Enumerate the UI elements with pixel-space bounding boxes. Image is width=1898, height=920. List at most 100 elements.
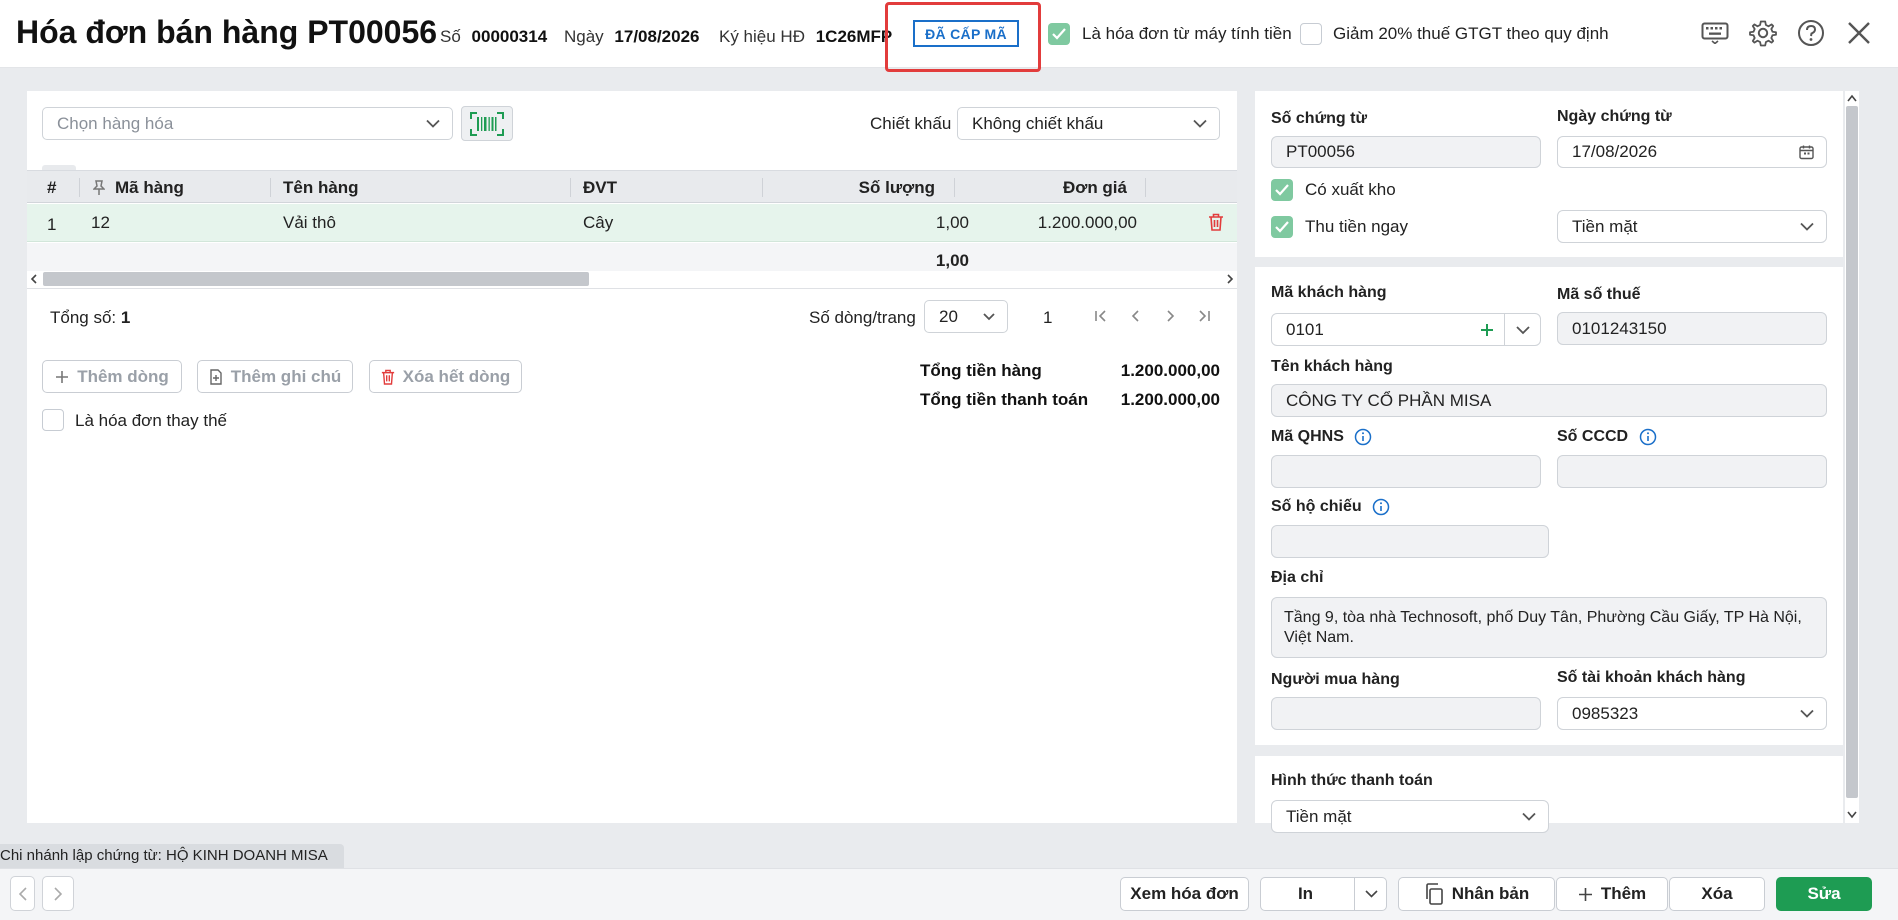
cccd-label: Số CCCD [1557,428,1657,446]
keyboard-icon[interactable] [1698,16,1732,50]
voucher-date-value: 17/08/2026 [1572,142,1658,161]
scrollbar-thumb[interactable] [1846,106,1858,798]
sum-goods-label: Tổng tiền hàng [920,361,1042,380]
edit-button[interactable]: Sửa [1776,877,1872,911]
collection-method-select[interactable]: Tiền mặt [1557,210,1827,243]
info-icon[interactable] [1354,428,1372,446]
product-select[interactable]: Chọn hàng hóa [42,107,453,140]
edit-label: Sửa [1807,884,1841,903]
replacement-invoice-checkbox[interactable] [42,409,64,431]
voucher-date-label: Ngày chứng từ [1557,108,1672,125]
first-page-icon[interactable] [1094,309,1108,323]
col-price-header: Đơn giá [1062,178,1127,197]
vat-reduce-checkbox[interactable] [1300,23,1322,45]
plus-icon[interactable] [1480,323,1494,337]
address-line-2: Việt Nam. [1284,628,1354,646]
delete-all-rows-button[interactable]: Xóa hết dòng [369,360,522,393]
voucher-number-label: Số chứng từ [1271,110,1368,127]
sum-goods-value: 1.200.000,00 [1120,361,1220,380]
scroll-right-icon [1227,274,1234,284]
barcode-icon [470,111,504,136]
row-qty: 1,00 [935,213,969,232]
address-field[interactable]: Tầng 9, tòa nhà Technosoft, phố Duy Tân,… [1271,597,1827,658]
total-count-label: Tổng số: [50,308,117,327]
info-icon[interactable] [1639,428,1657,446]
next-page-icon[interactable] [1163,309,1177,323]
chevron-down-icon [1800,709,1814,718]
chevron-down-icon[interactable] [1516,326,1530,335]
bank-account-label: Số tài khoản khách hàng [1557,669,1746,686]
tax-code-value: 0101243150 [1572,318,1667,338]
product-select-placeholder: Chọn hàng hóa [57,113,174,133]
status-badge: ĐÃ CẤP MÃ [913,20,1019,47]
table-row[interactable]: 1 12 Vải thô Cây 1,00 1.200.000,00 [27,204,1237,242]
prev-record-button[interactable] [10,876,35,911]
address-line-1: Tầng 9, tòa nhà Technosoft, phố Duy Tân,… [1284,608,1802,626]
plus-icon [1578,887,1592,901]
collect-now-checkbox[interactable] [1271,216,1293,238]
prev-page-icon[interactable] [1129,309,1143,323]
barcode-scan-button[interactable] [461,106,513,141]
voucher-date-field[interactable]: 17/08/2026 [1557,136,1827,168]
invoice-number-label: Số [440,27,461,46]
add-row-button[interactable]: Thêm dòng [42,360,182,393]
calendar-icon [1799,145,1814,160]
tax-code-label: Mã số thuế [1557,286,1641,303]
buyer-field[interactable] [1271,697,1541,730]
bank-account-select[interactable]: 0985323 [1557,697,1827,730]
chevron-down-icon[interactable] [1365,890,1378,898]
cccd-field[interactable] [1557,455,1827,488]
info-icon[interactable] [1372,498,1390,516]
next-record-button[interactable] [42,876,74,911]
print-button[interactable]: In [1260,877,1387,911]
pin-icon[interactable] [93,180,105,196]
col-index-header: # [47,178,57,197]
plus-icon [56,370,69,383]
customer-code-field[interactable]: 0101 [1271,313,1541,346]
payment-method-select[interactable]: Tiền mặt [1271,800,1549,833]
gear-icon[interactable] [1746,16,1780,50]
chevron-right-icon [54,886,62,901]
customer-name-field[interactable]: CÔNG TY CỔ PHẦN MISA [1271,384,1827,417]
help-icon[interactable] [1794,16,1828,50]
close-icon[interactable] [1842,16,1876,50]
discount-label: Chiết khấu [870,114,952,133]
check-icon [1275,221,1289,233]
note-add-icon [210,368,222,385]
invoice-symbol-value: 1C26MFP [815,27,893,46]
replacement-invoice-label: Là hóa đơn thay thế [75,411,227,430]
col-unit-header: ĐVT [583,178,617,197]
tax-code-field[interactable]: 0101243150 [1557,312,1827,345]
add-row-label: Thêm dòng [77,366,169,386]
vertical-scrollbar[interactable] [1845,91,1859,823]
voucher-number-field[interactable]: PT00056 [1271,136,1541,168]
discount-select[interactable]: Không chiết khấu [957,107,1220,140]
bank-account-value: 0985323 [1572,703,1639,723]
customer-name-value: CÔNG TY CỔ PHẦN MISA [1286,390,1492,410]
cash-register-label: Là hóa đơn từ máy tính tiền [1082,24,1292,43]
scrollbar-thumb[interactable] [43,272,589,286]
cccd-label-text: Số CCCD [1557,428,1629,446]
address-label: Địa chỉ [1271,569,1324,586]
last-page-icon[interactable] [1197,309,1211,323]
col-divider [954,178,955,197]
export-stock-checkbox[interactable] [1271,179,1293,201]
cash-register-checkbox[interactable] [1048,23,1070,45]
view-invoice-button[interactable]: Xem hóa đơn [1120,877,1249,911]
total-count-value: 1 [120,308,131,327]
vat-reduce-label: Giảm 20% thuế GTGT theo quy định [1333,24,1609,43]
add-label: Thêm [1600,884,1647,903]
trash-icon[interactable] [1208,213,1224,231]
page-size-select[interactable]: 20 [924,300,1008,333]
row-index: 1 [47,215,57,234]
passport-field[interactable] [1271,525,1549,558]
row-price: 1.200.000,00 [1037,213,1137,232]
add-note-button[interactable]: Thêm ghi chú [197,360,353,393]
horizontal-scrollbar[interactable] [27,271,1237,287]
add-button[interactable]: Thêm [1556,877,1668,911]
branch-text: Chi nhánh lập chứng từ: HỘ KINH DOANH MI… [0,847,328,864]
delete-button[interactable]: Xóa [1669,877,1765,911]
duplicate-button[interactable]: Nhân bản [1398,877,1555,911]
qhns-field[interactable] [1271,455,1541,488]
divider [1354,878,1355,910]
